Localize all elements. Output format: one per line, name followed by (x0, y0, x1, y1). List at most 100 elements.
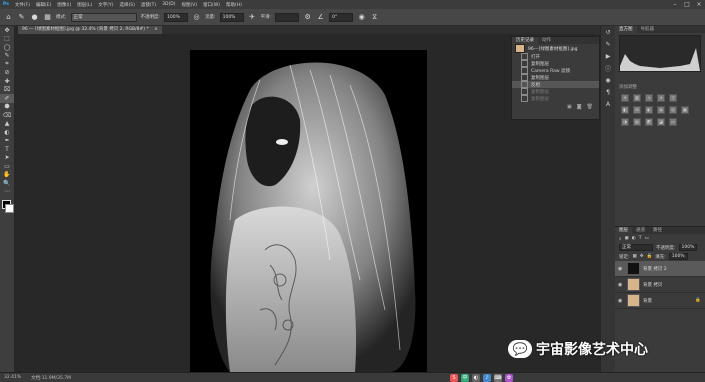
lock-position-icon[interactable]: ✥ (640, 254, 644, 259)
tab-actions[interactable]: 动作 (538, 37, 555, 44)
new-document-from-state-icon[interactable]: ▣ (567, 104, 572, 110)
search-icon[interactable]: ⌕ (619, 236, 622, 242)
menu-file[interactable]: 文件(F) (12, 2, 33, 8)
stamp-tool-icon[interactable]: ⬢ (0, 103, 14, 112)
healing-tool-icon[interactable]: ✚ (0, 77, 14, 86)
invert-icon[interactable]: ◑ (621, 118, 629, 126)
quick-select-tool-icon[interactable]: ✎ (0, 52, 14, 61)
opacity-field[interactable]: 100% (164, 12, 189, 22)
angle-icon[interactable]: ∠ (316, 13, 325, 22)
hue-saturation-icon[interactable]: ◧ (621, 106, 629, 114)
flow-field[interactable]: 100% (219, 12, 244, 22)
black-white-icon[interactable]: ◐ (645, 106, 653, 114)
history-snapshot[interactable]: 96---[绿图素材抠图].jpg (512, 44, 599, 53)
layer-row-background-copy-2[interactable]: ◉ 背景 拷贝 2 (615, 261, 705, 277)
info-panel-icon[interactable]: ⓘ (601, 62, 615, 74)
layer-row-background[interactable]: ◉ 背景 🔒 (615, 293, 705, 309)
menu-3d[interactable]: 3D(D) (159, 2, 178, 7)
history-item-duplicate-layer-4[interactable]: 复制图层 (512, 95, 599, 102)
close-tab-icon[interactable]: × (154, 27, 158, 32)
color-balance-icon[interactable]: ⚖ (633, 106, 641, 114)
lock-pixels-icon[interactable]: ▩ (633, 254, 637, 259)
color-panel-icon[interactable]: ◉ (601, 74, 615, 86)
filter-adjust-icon[interactable]: ◐ (632, 236, 636, 241)
filter-pixel-icon[interactable]: ▣ (625, 236, 629, 241)
sogou-icon[interactable]: S (450, 373, 458, 382)
home-icon[interactable]: ⌂ (4, 13, 13, 22)
history-item-duplicate-layer-2[interactable]: 复制图层 (512, 74, 599, 81)
type-tool-icon[interactable]: T (0, 145, 14, 154)
zoom-tool-icon[interactable]: 🔍 (0, 179, 14, 188)
brightness-contrast-icon[interactable]: ☀ (621, 94, 629, 102)
play-action-icon[interactable]: ▶ (601, 50, 615, 62)
punct-icon[interactable]: ◐ (472, 373, 480, 382)
snapshot-camera-icon[interactable]: ◙ (577, 104, 582, 110)
close-window-button[interactable]: × (693, 1, 705, 8)
gradient-map-icon[interactable]: ▭ (669, 118, 677, 126)
blend-mode-select[interactable]: 正常 (619, 244, 653, 251)
pressure-opacity-icon[interactable]: ◎ (192, 13, 201, 22)
menu-type[interactable]: 文字(Y) (95, 2, 116, 8)
history-item-camera-raw[interactable]: Camera Raw 滤镜 (512, 67, 599, 74)
filter-type-icon[interactable]: T (639, 236, 642, 241)
eyedropper-tool-icon[interactable]: ⊘ (0, 69, 14, 78)
menu-help[interactable]: 帮助(H) (223, 2, 245, 8)
background-color-swatch[interactable] (5, 204, 14, 213)
posterize-icon[interactable]: ▤ (633, 118, 641, 126)
fill-field[interactable]: 100% (668, 253, 688, 260)
smoothing-settings-icon[interactable]: ⚙ (303, 13, 312, 22)
mic-icon[interactable]: ♪ (483, 373, 491, 382)
threshold-icon[interactable]: ◩ (645, 118, 653, 126)
menu-select[interactable]: 选择(S) (117, 2, 138, 8)
history-item-duplicate-layer-3[interactable]: 复制图层 (512, 88, 599, 95)
tab-paths[interactable]: 路径 (649, 227, 666, 234)
history-item-open[interactable]: 打开 (512, 53, 599, 60)
lang-icon[interactable]: 中 (461, 373, 469, 382)
layer-opacity-field[interactable]: 100% (678, 244, 698, 251)
history-item-invert[interactable]: 反相 (512, 81, 599, 88)
move-tool-icon[interactable]: ✥ (0, 26, 14, 35)
zoom-level[interactable]: 32.41% (4, 375, 21, 380)
tab-channels[interactable]: 通道 (632, 227, 649, 234)
hand-tool-icon[interactable]: ✋ (0, 171, 14, 180)
visibility-eye-icon[interactable]: ◉ (618, 282, 624, 288)
marquee-tool-icon[interactable]: ⬚ (0, 35, 14, 44)
keyboard-icon[interactable]: ⌨ (494, 373, 502, 382)
document-image[interactable] (190, 50, 427, 372)
menu-view[interactable]: 视图(V) (178, 2, 200, 8)
patch-tool-icon[interactable]: ⌧ (0, 86, 14, 95)
visibility-eye-icon[interactable]: ◉ (618, 298, 624, 304)
pen-tool-icon[interactable]: ✒ (0, 137, 14, 146)
path-select-tool-icon[interactable]: ➤ (0, 154, 14, 163)
filter-shape-icon[interactable]: ▭ (644, 236, 648, 241)
menu-layer[interactable]: 图层(L) (74, 2, 95, 8)
brush-tool-icon[interactable]: ✐ (0, 94, 14, 103)
smoothing-field[interactable] (275, 12, 300, 22)
photo-filter-icon[interactable]: ◍ (657, 106, 665, 114)
selective-color-icon[interactable]: ◪ (657, 118, 665, 126)
tab-histogram[interactable]: 直方图 (615, 26, 637, 33)
mode-select[interactable]: 正常 (70, 12, 137, 22)
shape-tool-icon[interactable]: ▭ (0, 162, 14, 171)
tab-layers[interactable]: 图层 (615, 227, 632, 234)
history-item-duplicate-layer[interactable]: 复制图层 (512, 60, 599, 67)
angle-field[interactable]: 0° (329, 12, 354, 22)
eraser-tool-icon[interactable]: ⌫ (0, 111, 14, 120)
paragraph-panel-icon[interactable]: ¶ (601, 86, 615, 98)
menu-filter[interactable]: 滤镜(T) (138, 2, 159, 8)
ps-logo[interactable]: Ps (0, 2, 12, 7)
lasso-tool-icon[interactable]: ◯ (0, 43, 14, 52)
tab-history[interactable]: 历史记录 (512, 37, 538, 44)
brush-tool-icon[interactable]: ✎ (17, 13, 26, 22)
menu-image[interactable]: 图像(I) (54, 2, 74, 8)
symmetry-icon[interactable]: ⧖ (370, 13, 379, 22)
color-swatches[interactable] (0, 200, 14, 216)
gradient-tool-icon[interactable]: ▲ (0, 120, 14, 129)
visibility-eye-icon[interactable]: ◉ (618, 266, 624, 272)
document-tab[interactable]: 96 — [绿图素材抠图].jpg @ 32.4% (背景 拷贝 2, RGB/… (18, 26, 162, 34)
minimize-button[interactable]: – (669, 1, 681, 8)
brush-preset-icon[interactable]: ● (30, 13, 39, 22)
dodge-tool-icon[interactable]: ◐ (0, 128, 14, 137)
tab-navigator[interactable]: 导航器 (637, 26, 659, 33)
history-panel-icon[interactable]: ↺ (601, 26, 615, 38)
